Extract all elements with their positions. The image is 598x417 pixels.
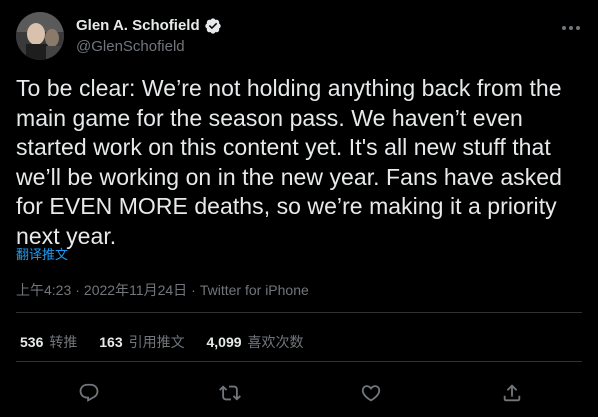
tweet-text: To be clear: We’re not holding anything … [16, 75, 562, 249]
verified-badge-icon [204, 17, 222, 35]
tweet-header: Glen A. Schofield @GlenSchofield [16, 12, 582, 60]
more-icon[interactable] [560, 18, 582, 38]
divider [16, 361, 582, 362]
retweet-icon[interactable] [217, 380, 243, 406]
avatar[interactable] [16, 12, 64, 60]
tweet-date[interactable]: 2022年11月24日 [84, 282, 187, 298]
tweet-time[interactable]: 上午4:23 [16, 282, 71, 298]
like-count: 4,099 [206, 334, 242, 350]
reply-icon[interactable] [76, 380, 102, 406]
name-row: Glen A. Schofield [76, 16, 222, 36]
like-label: 喜欢次数 [247, 334, 304, 350]
retweet-count: 536 [20, 334, 44, 350]
action-bar [0, 378, 598, 408]
quote-stat[interactable]: 163 引用推文 [99, 333, 184, 351]
translate-link[interactable]: 翻译推文 [16, 247, 68, 263]
retweet-label: 转推 [49, 334, 78, 350]
meta-separator: · [191, 282, 196, 298]
tweet: Glen A. Schofield @GlenSchofield To be c… [0, 0, 598, 417]
tweet-stats: 536 转推 163 引用推文 4,099 喜欢次数 [20, 333, 322, 351]
like-icon[interactable] [358, 380, 384, 406]
tweet-meta: 上午4:23 · 2022年11月24日 · Twitter for iPhone [16, 281, 309, 299]
divider [16, 312, 582, 313]
quote-count: 163 [99, 334, 123, 350]
handle[interactable]: @GlenSchofield [76, 37, 185, 57]
tweet-source[interactable]: Twitter for iPhone [200, 282, 309, 298]
display-name[interactable]: Glen A. Schofield [76, 16, 200, 36]
retweet-stat[interactable]: 536 转推 [20, 333, 77, 351]
share-icon[interactable] [499, 380, 525, 406]
meta-separator: · [75, 282, 80, 298]
quote-label: 引用推文 [128, 334, 185, 350]
like-stat[interactable]: 4,099 喜欢次数 [207, 333, 304, 351]
